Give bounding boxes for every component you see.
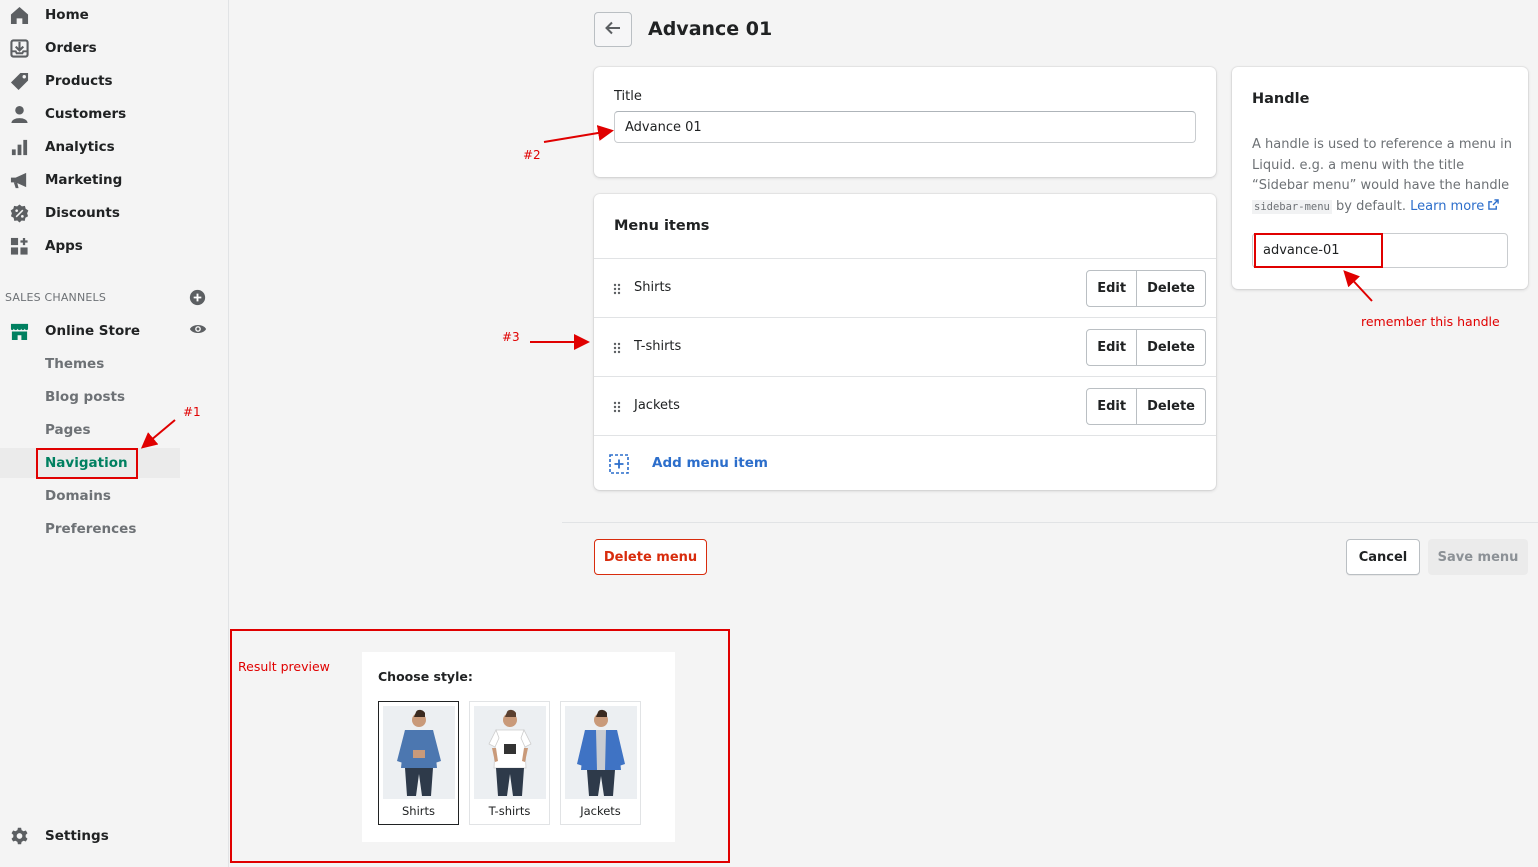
eye-icon[interactable] [189,322,207,336]
edit-button[interactable]: Edit [1086,388,1138,425]
delete-menu-button[interactable]: Delete menu [594,539,707,575]
handle-highlight-box [1254,233,1383,268]
page-title: Advance 01 [648,18,773,40]
sidebar-item-domains[interactable]: Domains [0,481,180,511]
learn-more-link[interactable]: Learn more [1410,198,1500,214]
menu-item-name: Shirts [634,280,672,295]
customers-icon [9,104,29,124]
add-menu-item-link[interactable]: Add menu item [652,455,768,471]
sidebar-item-settings[interactable]: Settings [0,821,180,851]
footer-divider [562,522,1538,523]
sidebar-item-themes[interactable]: Themes [0,349,180,379]
title-label: Title [614,89,642,104]
sidebar-item-preferences[interactable]: Preferences [0,514,180,544]
menu-item-name: T-shirts [634,339,682,354]
sidebar-item-customers[interactable]: Customers [0,99,180,129]
add-sales-channel-icon[interactable] [189,289,206,306]
sales-channels-heading: SALES CHANNELS [5,291,107,304]
delete-button[interactable]: Delete [1137,329,1206,366]
drag-handle-icon[interactable] [612,401,622,413]
gear-icon [9,826,29,846]
analytics-bars-icon [9,137,29,157]
products-tag-icon [9,71,29,91]
sidebar-item-pages[interactable]: Pages [0,415,180,445]
annotation-step-2: #2 [523,148,541,162]
drag-handle-icon[interactable] [612,342,622,354]
menu-item-actions: Edit Delete [1086,329,1206,366]
sidebar-item-products[interactable]: Products [0,66,180,96]
handle-example-code: sidebar-menu [1252,199,1332,214]
drag-handle-icon[interactable] [612,283,622,295]
annotation-result-preview: Result preview [238,659,330,674]
sidebar-item-orders[interactable]: Orders [0,33,180,63]
delete-button[interactable]: Delete [1137,388,1206,425]
back-button[interactable] [594,12,632,47]
apps-grid-icon [9,236,29,256]
sidebar-item-discounts[interactable]: Discounts [0,198,180,228]
delete-button[interactable]: Delete [1137,270,1206,307]
handle-heading: Handle [1252,91,1310,107]
store-icon [9,321,29,341]
handle-description: A handle is used to reference a menu in … [1252,137,1512,214]
orders-icon [9,38,29,58]
menu-item-row[interactable]: Shirts Edit Delete [594,258,1216,317]
menu-item-actions: Edit Delete [1086,270,1206,307]
title-card: Title [594,67,1216,177]
menu-item-row[interactable]: Jackets Edit Delete [594,376,1216,435]
add-menu-item-row[interactable]: Add menu item [594,435,1216,490]
home-icon [9,5,29,25]
cancel-button[interactable]: Cancel [1346,539,1420,575]
marketing-megaphone-icon [9,170,29,190]
menu-items-heading: Menu items [614,218,710,234]
add-box-icon [609,454,629,474]
menu-item-row[interactable]: T-shirts Edit Delete [594,317,1216,376]
annotation-remember-handle: remember this handle [1361,314,1500,329]
sidebar-item-online-store[interactable]: Online Store [0,316,180,346]
discounts-icon [9,203,29,223]
sidebar-item-marketing[interactable]: Marketing [0,165,180,195]
sidebar-item-apps[interactable]: Apps [0,231,180,261]
edit-button[interactable]: Edit [1086,329,1138,366]
sidebar-item-home[interactable]: Home [0,0,180,30]
menu-item-actions: Edit Delete [1086,388,1206,425]
annotation-step-3: #3 [502,330,520,344]
menu-items-card: Menu items Shirts Edit Delete T-shirts E… [594,194,1216,490]
sidebar-item-analytics[interactable]: Analytics [0,132,180,162]
sidebar: Home Orders Products Customers Analytics… [0,0,229,867]
edit-button[interactable]: Edit [1086,270,1138,307]
title-input[interactable] [614,111,1196,143]
arrow-left-icon [605,21,621,38]
save-menu-button[interactable]: Save menu [1428,539,1528,575]
annotation-step-1: #1 [183,405,201,419]
external-link-icon [1488,198,1500,210]
menu-item-name: Jackets [634,398,680,413]
sidebar-item-blog-posts[interactable]: Blog posts [0,382,180,412]
navigation-highlight-box [36,448,138,479]
